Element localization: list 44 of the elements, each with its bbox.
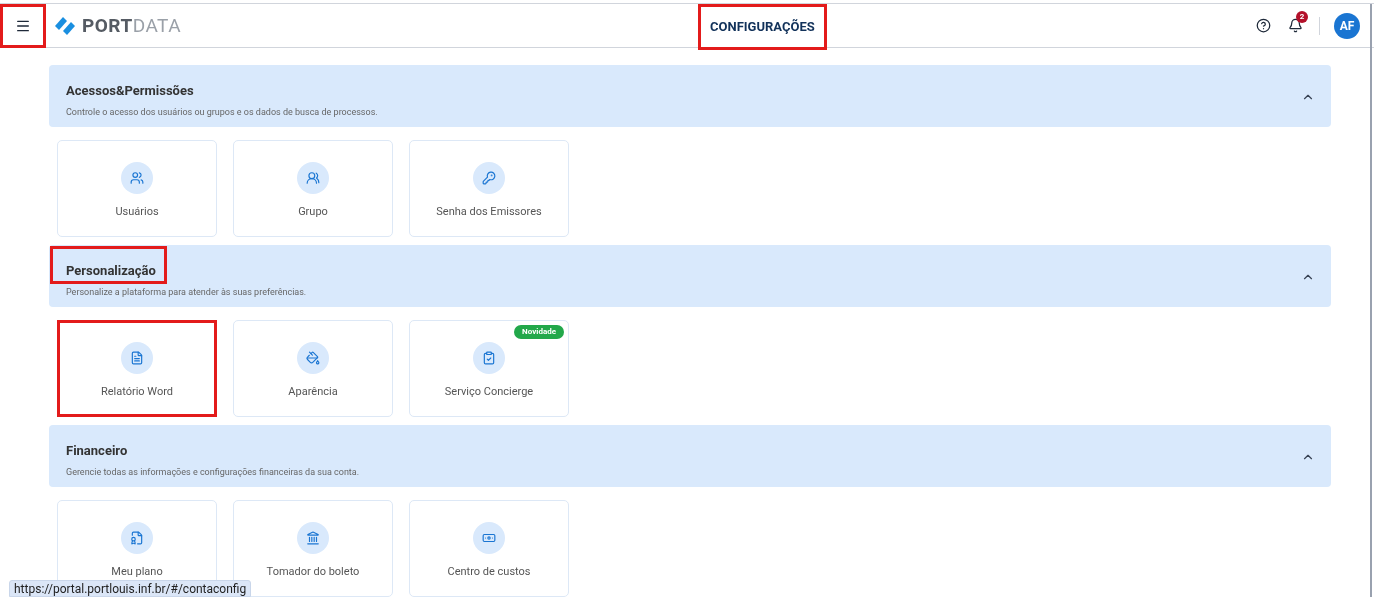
section-description: Personalize a plataforma para atender às suas preferências. <box>66 287 307 298</box>
section-header[interactable]: Personalização Personalize a plataforma para atender às suas preferências. <box>49 245 1331 307</box>
settings-card[interactable]: Aparência <box>233 320 393 417</box>
user-avatar[interactable]: AF <box>1334 12 1360 39</box>
group-icon <box>297 162 329 195</box>
section-description: Controle o acesso dos usuários ou grupos e os dados de busca de processos. <box>66 107 378 118</box>
file-badge-icon <box>121 522 153 555</box>
section-title: Personalização <box>50 246 167 284</box>
card-label: Centro de custos <box>447 564 531 581</box>
settings-card[interactable]: Grupo <box>233 140 393 237</box>
notification-badge: 2 <box>1296 10 1308 23</box>
key-icon <box>473 162 505 195</box>
logo-text: PORTDATA <box>82 16 181 35</box>
settings-card[interactable]: Senha dos Emissores <box>409 140 569 237</box>
settings-card[interactable]: Usuários <box>57 140 217 237</box>
card-label: Senha dos Emissores <box>436 204 542 221</box>
card-label: Meu plano <box>111 564 163 581</box>
page-title: CONFIGURAÇÕES <box>698 4 827 50</box>
section-title: Acessos&Permissões <box>65 82 195 100</box>
banknote-icon <box>473 522 505 555</box>
section-description: Gerencie todas as informações e configurações financeiras da sua conta. <box>66 467 360 478</box>
card-label: Aparência <box>288 384 338 401</box>
help-icon[interactable] <box>1256 18 1271 33</box>
section-header[interactable]: Financeiro Gerencie todas as informações e configurações financeiras da sua conta. <box>49 425 1331 487</box>
settings-card[interactable]: Relatório Word <box>57 320 217 417</box>
new-badge: Novidade <box>514 325 564 339</box>
settings-card[interactable]: Centro de custos <box>409 500 569 597</box>
paint-bucket-icon <box>297 342 329 375</box>
clipboard-check-icon <box>473 342 505 375</box>
card-label: Relatório Word <box>100 384 174 401</box>
users-icon <box>121 162 153 195</box>
section-title: Financeiro <box>65 442 129 460</box>
menu-button[interactable] <box>0 3 46 48</box>
section-header[interactable]: Acessos&Permissões Controle o acesso dos usuários ou grupos e os dados de busca de processos. <box>49 65 1331 127</box>
logo-icon <box>54 15 76 36</box>
card-label: Serviço Concierge <box>444 384 534 401</box>
document-icon <box>121 342 153 375</box>
bank-icon <box>297 522 329 555</box>
notification-icon[interactable] <box>1287 18 1303 33</box>
card-label: Grupo <box>298 204 328 221</box>
settings-card[interactable]: Novidade Serviço Concierge <box>409 320 569 417</box>
card-label: Tomador do boleto <box>266 564 360 581</box>
card-label: Usuários <box>115 204 159 221</box>
url-tooltip: https://portal.portlouis.inf.br/#/contaconfig <box>9 580 252 597</box>
